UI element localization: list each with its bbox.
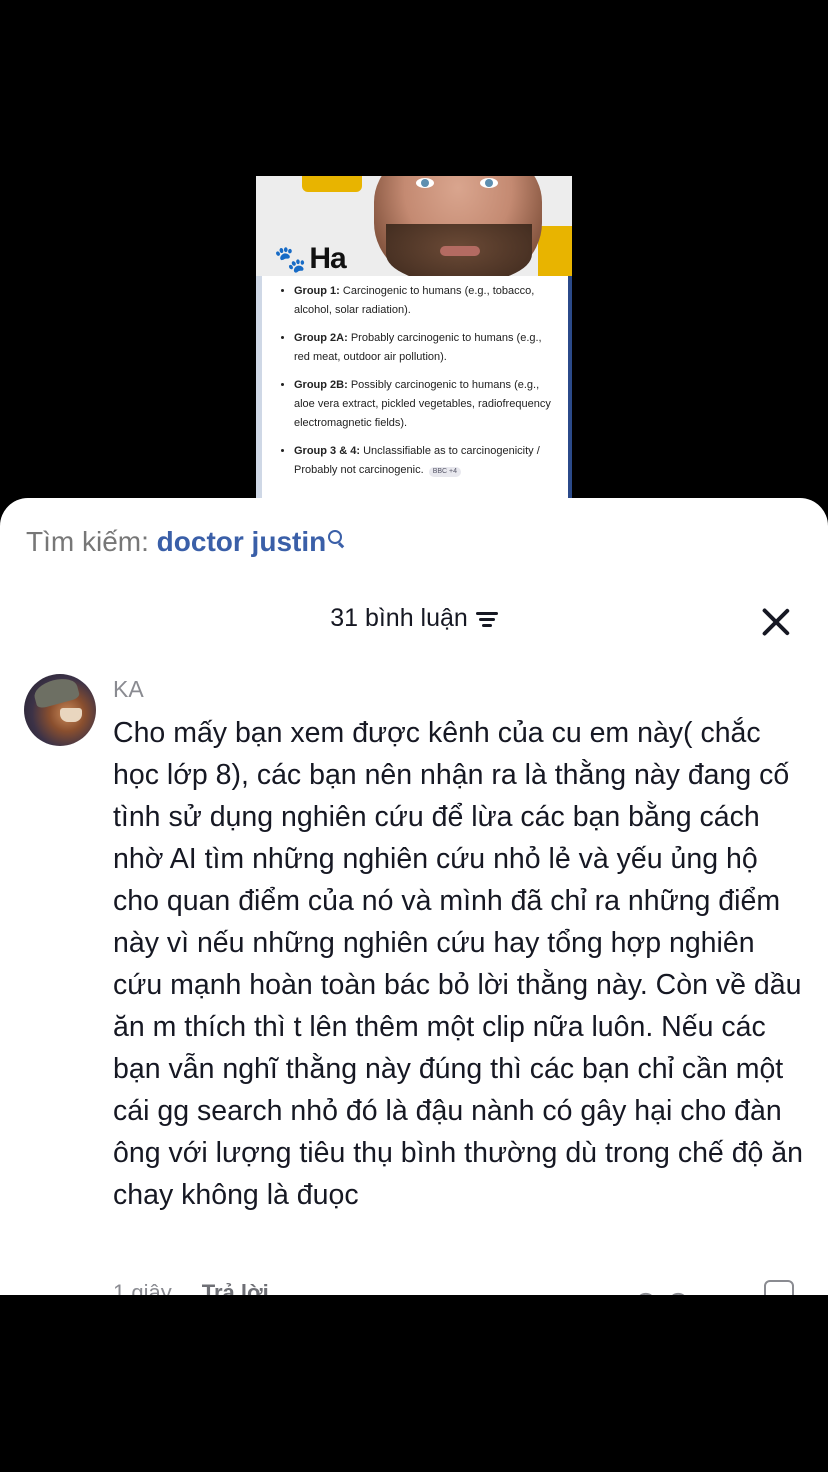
video-prop xyxy=(538,226,572,278)
list-item: Group 2A: Probably carcinogenic to human… xyxy=(294,329,560,367)
close-icon[interactable] xyxy=(760,606,792,638)
search-prefix: Tìm kiếm: xyxy=(26,526,149,557)
video-preview[interactable]: 🐾Ha Group 1: Carcinogenic to humans (e.g… xyxy=(256,176,572,498)
presenter-eye xyxy=(480,178,498,188)
heart-icon[interactable] xyxy=(644,1280,676,1295)
paw-icon: 🐾 xyxy=(274,244,306,274)
video-edge xyxy=(568,276,572,498)
comment-username[interactable]: KA xyxy=(113,676,144,703)
list-item: Group 1: Carcinogenic to humans (e.g., t… xyxy=(294,282,560,320)
presenter-mouth xyxy=(440,246,480,256)
video-prop xyxy=(302,176,362,192)
reply-button[interactable]: Trả lời xyxy=(202,1280,269,1295)
search-suggestion[interactable]: Tìm kiếm: doctor justin xyxy=(26,526,346,558)
presenter-eye xyxy=(416,178,434,188)
overlay-card: Group 1: Carcinogenic to humans (e.g., t… xyxy=(262,276,568,498)
comments-header: 31 bình luận xyxy=(0,604,828,644)
comment-meta: 1 giây Trả lời xyxy=(113,1280,269,1295)
carcinogen-list: Group 1: Carcinogenic to humans (e.g., t… xyxy=(270,282,560,480)
comments-sheet: Tìm kiếm: doctor justin 31 bình luận KA … xyxy=(0,498,828,1295)
dislike-icon[interactable] xyxy=(764,1280,794,1295)
search-query[interactable]: doctor justin xyxy=(157,526,327,557)
comment-time: 1 giây xyxy=(113,1280,172,1295)
comment-text: Cho mấy bạn xem được kênh của cu em này(… xyxy=(113,717,804,1211)
comments-count: 31 bình luận xyxy=(330,604,468,632)
list-item: Group 2B: Possibly carcinogenic to human… xyxy=(294,376,560,433)
source-chip[interactable]: BBC +4 xyxy=(428,467,462,477)
filter-icon[interactable] xyxy=(475,610,498,628)
channel-logo: 🐾 Ha xyxy=(274,242,347,275)
search-icon[interactable] xyxy=(328,530,346,548)
avatar[interactable] xyxy=(24,674,96,746)
bottom-bar xyxy=(0,1295,828,1472)
list-item: Group 3 & 4: Unclassifiable as to carcin… xyxy=(294,442,560,480)
